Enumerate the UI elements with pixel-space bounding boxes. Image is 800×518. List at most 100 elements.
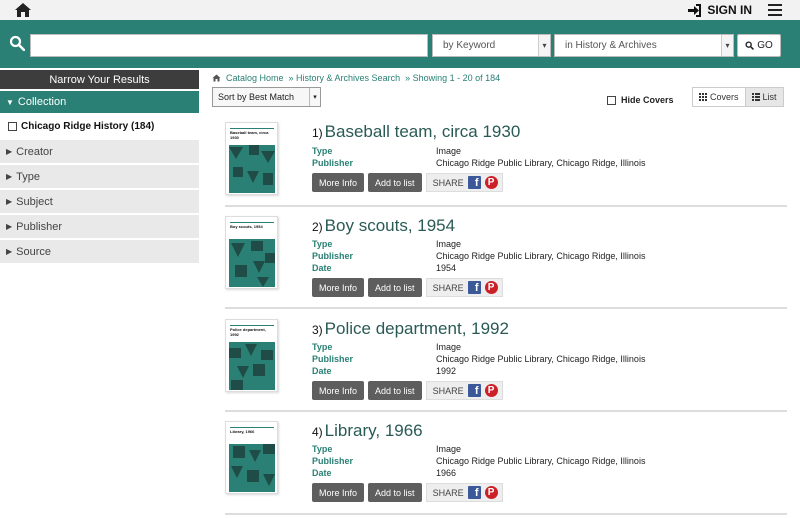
list-view-button[interactable]: List — [744, 88, 783, 106]
pinterest-icon[interactable]: P — [484, 281, 498, 294]
facebook-icon[interactable]: f — [467, 281, 481, 294]
result-number: 1) — [312, 126, 323, 140]
facebook-icon[interactable]: f — [467, 176, 481, 189]
result-title[interactable]: Baseball team, circa 1930 — [325, 122, 521, 142]
result-number: 2) — [312, 220, 323, 234]
list-label: List — [762, 92, 777, 102]
facet-label: Collection — [17, 96, 67, 108]
pinterest-icon[interactable]: P — [484, 176, 498, 189]
share-bar: SHARE f P — [425, 483, 503, 502]
add-to-list-button[interactable]: Add to list — [368, 278, 422, 297]
field-value: 1954 — [436, 263, 457, 273]
facet-type[interactable]: ▶ Type — [0, 164, 199, 188]
field-label: Publisher — [312, 354, 354, 364]
sidebar: Narrow Your Results ▼ Collection Chicago… — [0, 70, 199, 264]
share-label: SHARE — [432, 385, 464, 396]
cover-title: Boy scouts, 1954 — [230, 222, 274, 229]
result-divider — [225, 307, 787, 309]
pinterest-icon[interactable]: P — [484, 384, 498, 397]
sign-in-link[interactable]: SIGN IN — [688, 2, 752, 18]
triangle-down-icon: ▼ — [6, 97, 14, 107]
field-label: Publisher — [312, 456, 354, 466]
add-to-list-button[interactable]: Add to list — [368, 173, 422, 192]
search-type-select[interactable]: by Keyword ▾ — [432, 34, 551, 57]
cover-image[interactable]: Police department, 1992 — [225, 319, 278, 392]
facet-collection[interactable]: ▼ Collection — [0, 91, 199, 113]
result-fields: Type Image Publisher Chicago Ridge Public … — [312, 443, 645, 479]
result-item: Police department, 1992 3) Police depart… — [225, 319, 787, 403]
facebook-icon[interactable]: f — [467, 486, 481, 499]
search-type-value: by Keyword — [443, 40, 496, 51]
more-info-button[interactable]: More Info — [312, 381, 365, 400]
hamburger-menu-icon[interactable] — [768, 4, 782, 16]
triangle-right-icon: ▶ — [6, 247, 13, 256]
breadcrumb-showing: » Showing 1 - 20 of 184 — [405, 73, 501, 83]
search-scope-select[interactable]: in History & Archives ▾ — [554, 34, 734, 57]
search-scope-value: in History & Archives — [565, 40, 657, 51]
field-value: Image — [436, 342, 462, 352]
facet-creator[interactable]: ▶ Creator — [0, 139, 199, 163]
result-actions: More Info Add to list SHARE f P — [312, 278, 503, 297]
facet-label: Source — [16, 245, 52, 258]
cover-art — [229, 342, 275, 390]
result-fields: Type Image Publisher Chicago Ridge Public … — [312, 238, 645, 274]
triangle-right-icon: ▶ — [6, 172, 13, 181]
search-input[interactable] — [30, 34, 428, 57]
share-bar: SHARE f P — [425, 381, 503, 400]
result-title[interactable]: Library, 1966 — [325, 421, 423, 441]
add-to-list-button[interactable]: Add to list — [368, 483, 422, 502]
result-title[interactable]: Boy scouts, 1954 — [325, 216, 455, 236]
facet-publisher[interactable]: ▶ Publisher — [0, 214, 199, 238]
result-title-line: 3) Police department, 1992 — [312, 319, 509, 339]
field-label: Date — [312, 366, 332, 376]
share-label: SHARE — [432, 282, 464, 293]
facebook-icon[interactable]: f — [467, 384, 481, 397]
field-label: Date — [312, 263, 332, 273]
covers-view-button[interactable]: Covers — [693, 88, 745, 106]
facet-subject[interactable]: ▶ Subject — [0, 189, 199, 213]
chevron-down-icon: ▾ — [721, 35, 733, 56]
more-info-button[interactable]: More Info — [312, 278, 365, 297]
home-icon[interactable] — [14, 2, 32, 18]
breadcrumb-catalog-home[interactable]: Catalog Home — [226, 73, 284, 83]
facet-label: Publisher — [16, 220, 63, 233]
grid-icon — [699, 93, 707, 101]
share-bar: SHARE f P — [425, 278, 503, 297]
cover-image[interactable]: Baseball team, circa 1930 — [225, 122, 278, 195]
more-info-button[interactable]: More Info — [312, 173, 365, 192]
checkbox[interactable] — [607, 95, 616, 105]
covers-label: Covers — [710, 92, 739, 102]
result-actions: More Info Add to list SHARE f P — [312, 381, 503, 400]
facet-label: Creator — [16, 145, 53, 158]
search-bar: by Keyword ▾ in History & Archives ▾ GO — [0, 20, 800, 68]
facet-value-chicago-ridge-history[interactable]: Chicago Ridge History (184) — [0, 113, 199, 139]
result-item: Library, 1966 4) Library, 1966 Type Image… — [225, 421, 787, 505]
sort-value: Sort by Best Match — [218, 92, 295, 102]
cover-image[interactable]: Library, 1966 — [225, 421, 278, 494]
field-value: Chicago Ridge Public Library, Chicago Ri… — [436, 251, 646, 261]
more-info-button[interactable]: More Info — [312, 483, 365, 502]
cover-art — [229, 444, 275, 492]
field-label: Type — [312, 239, 333, 249]
hide-covers-label: Hide Covers — [621, 95, 674, 105]
hide-covers-toggle[interactable]: Hide Covers — [607, 95, 674, 105]
result-number: 4) — [312, 425, 323, 439]
result-divider — [225, 513, 787, 515]
result-fields: Type Image Publisher Chicago Ridge Public … — [312, 145, 645, 169]
triangle-right-icon: ▶ — [6, 222, 13, 231]
sort-select[interactable]: Sort by Best Match ▾ — [212, 87, 321, 107]
result-title[interactable]: Police department, 1992 — [325, 319, 509, 339]
result-title-line: 1) Baseball team, circa 1930 — [312, 122, 520, 142]
sign-in-icon — [688, 3, 702, 17]
facet-source[interactable]: ▶ Source — [0, 239, 199, 263]
go-button[interactable]: GO — [737, 34, 781, 57]
checkbox[interactable] — [8, 121, 17, 131]
cover-image[interactable]: Boy scouts, 1954 — [225, 216, 278, 289]
go-label: GO — [757, 40, 773, 51]
breadcrumb-search[interactable]: » History & Archives Search — [289, 73, 401, 83]
triangle-right-icon: ▶ — [6, 147, 13, 156]
pinterest-icon[interactable]: P — [484, 486, 498, 499]
result-divider — [225, 205, 787, 207]
add-to-list-button[interactable]: Add to list — [368, 381, 422, 400]
field-value: 1966 — [436, 468, 457, 478]
